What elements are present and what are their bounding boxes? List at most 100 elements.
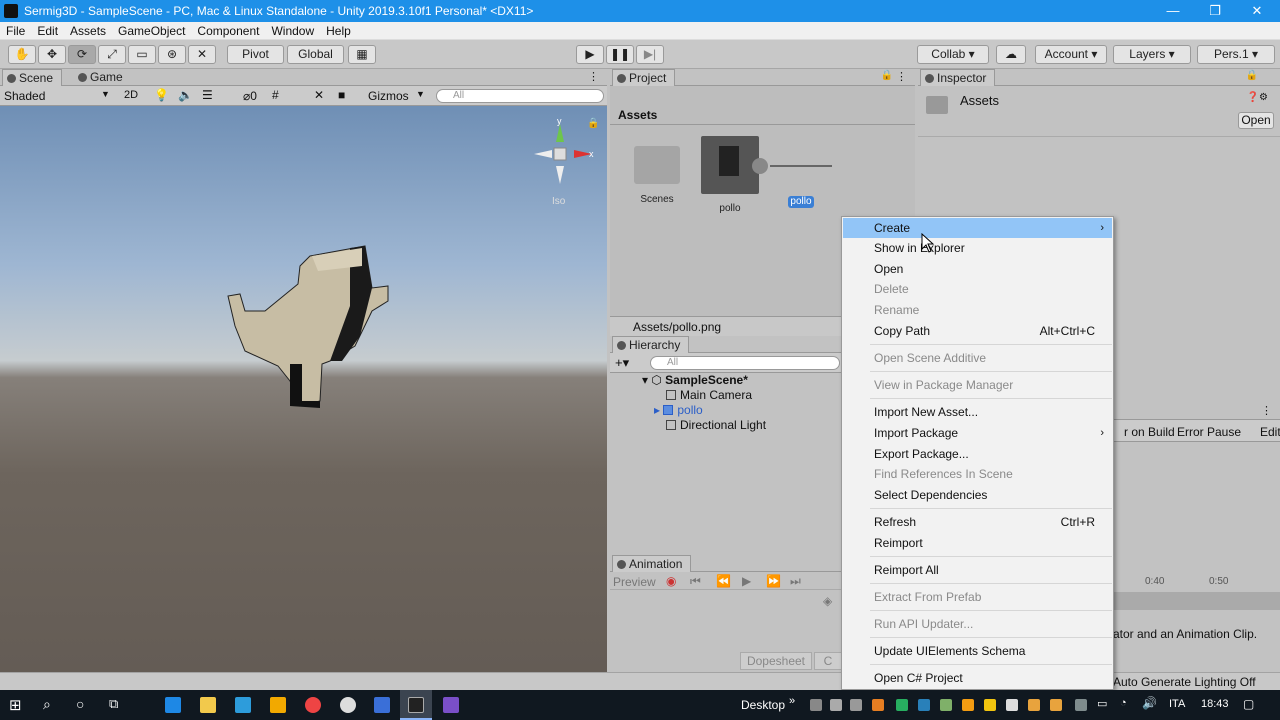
pause-button[interactable]: ❚❚ bbox=[606, 45, 634, 64]
minimize-button[interactable]: — bbox=[1150, 0, 1196, 22]
step-button[interactable]: ▶| bbox=[636, 45, 664, 64]
editor-dropdown[interactable]: Editor bbox=[1260, 425, 1280, 439]
next-key-icon[interactable]: ⏩ bbox=[766, 574, 781, 588]
snap-icon[interactable]: ▦ bbox=[348, 45, 376, 64]
tab-scene[interactable]: Scene bbox=[2, 69, 63, 86]
menu-component[interactable]: Component bbox=[191, 24, 265, 38]
scale-tool-icon[interactable]: ⤢ bbox=[98, 45, 126, 64]
preview-toggle[interactable]: Preview bbox=[613, 575, 656, 589]
hierarchy-item-directional-light[interactable]: Directional Light bbox=[666, 418, 766, 433]
tray-icon[interactable] bbox=[1028, 699, 1040, 711]
menu-gameobject[interactable]: GameObject bbox=[112, 24, 191, 38]
pane-menu-icon[interactable]: ⋮ bbox=[896, 70, 907, 83]
hierarchy-item-pollo[interactable]: ▸ pollo bbox=[654, 403, 703, 418]
visual-studio-icon[interactable] bbox=[443, 697, 459, 713]
breadcrumb[interactable]: Assets bbox=[618, 108, 657, 122]
menu-item-import-new-asset[interactable]: Import New Asset... bbox=[843, 402, 1112, 422]
menu-item-refresh[interactable]: Refresh Ctrl+R bbox=[843, 512, 1112, 532]
menu-item-select-dependencies[interactable]: Select Dependencies bbox=[843, 485, 1112, 505]
menu-file[interactable]: File bbox=[0, 24, 31, 38]
clear-on-build-toggle[interactable]: r on Build bbox=[1124, 425, 1175, 439]
maximize-button[interactable]: ❐ bbox=[1192, 0, 1238, 22]
tray-icon[interactable] bbox=[1050, 699, 1062, 711]
open-button[interactable]: Open bbox=[1238, 112, 1274, 129]
network-icon[interactable]: ▭ bbox=[1097, 697, 1107, 710]
error-pause-toggle[interactable]: Error Pause bbox=[1177, 425, 1241, 439]
first-key-icon[interactable]: ⏮ bbox=[690, 574, 701, 589]
chevron-icon[interactable]: » bbox=[789, 695, 795, 707]
menu-window[interactable]: Window bbox=[265, 24, 320, 38]
asset-pollo-sprite[interactable]: pollo bbox=[788, 196, 814, 208]
lock-icon[interactable]: 🔒 bbox=[881, 70, 893, 81]
pane-menu-icon[interactable]: ⋮ bbox=[1261, 404, 1272, 417]
cortana-icon[interactable]: ○ bbox=[76, 696, 84, 712]
play-button[interactable]: ▶ bbox=[576, 45, 604, 64]
layout-dropdown[interactable]: Pers.1 ▾ bbox=[1197, 45, 1275, 64]
scene-viewport[interactable]: y x Iso 🔒 bbox=[0, 106, 607, 672]
curves-tab[interactable]: C bbox=[814, 652, 842, 670]
search-icon[interactable]: ⌕ bbox=[43, 696, 51, 713]
tray-icon[interactable] bbox=[810, 699, 822, 711]
volume-icon[interactable]: 🔊 bbox=[1142, 696, 1157, 710]
menu-assets[interactable]: Assets bbox=[64, 24, 112, 38]
desktop-toolbar[interactable]: Desktop bbox=[741, 698, 785, 712]
record-icon[interactable]: ◉ bbox=[666, 574, 676, 588]
last-key-icon[interactable]: ⏭ bbox=[790, 574, 801, 589]
media-player-icon[interactable] bbox=[270, 697, 286, 713]
custom-tool-icon[interactable]: ✕ bbox=[188, 45, 216, 64]
animation-timeline[interactable]: 0:40 0:50 bbox=[1113, 572, 1280, 612]
grid-icon[interactable]: # bbox=[272, 88, 279, 102]
tray-icon[interactable] bbox=[872, 699, 884, 711]
menu-item-open-csharp-project[interactable]: Open C# Project bbox=[843, 668, 1112, 688]
edge-icon[interactable] bbox=[165, 697, 181, 713]
chrome-icon[interactable] bbox=[305, 697, 321, 713]
tab-project[interactable]: Project bbox=[612, 69, 676, 86]
hand-tool-icon[interactable]: ✋ bbox=[8, 45, 36, 64]
pivot-button[interactable]: Pivot bbox=[227, 45, 284, 64]
hidden-objects-count[interactable]: ⌀0 bbox=[243, 89, 257, 103]
prev-key-icon[interactable]: ⏪ bbox=[716, 574, 731, 588]
tray-icon[interactable] bbox=[896, 699, 908, 711]
menu-item-export-package[interactable]: Export Package... bbox=[843, 444, 1112, 464]
tray-icon[interactable] bbox=[984, 699, 996, 711]
bluetooth-icon[interactable] bbox=[918, 699, 930, 711]
move-tool-icon[interactable]: ✥ bbox=[38, 45, 66, 64]
tab-animation[interactable]: Animation bbox=[612, 555, 692, 572]
mail-icon[interactable] bbox=[235, 697, 251, 713]
tray-icon[interactable] bbox=[962, 699, 974, 711]
tools-icon[interactable]: ✕ bbox=[314, 88, 324, 102]
collab-dropdown[interactable]: Collab ▾ bbox=[917, 45, 989, 64]
add-keyframe-icon[interactable]: ◈ bbox=[823, 594, 832, 608]
play-icon[interactable]: ▶ bbox=[742, 574, 751, 588]
cloud-icon[interactable]: ☁ bbox=[996, 45, 1026, 64]
rect-tool-icon[interactable]: ▭ bbox=[128, 45, 156, 64]
menu-item-reimport[interactable]: Reimport bbox=[843, 533, 1112, 553]
app-icon[interactable] bbox=[340, 697, 356, 713]
menu-item-open[interactable]: Open bbox=[843, 259, 1112, 279]
windows-start-icon[interactable]: ⊞ bbox=[9, 696, 22, 714]
notification-icon[interactable]: ▢ bbox=[1243, 697, 1254, 711]
asset-pollo-image[interactable]: pollo bbox=[700, 136, 760, 214]
scene-search-input[interactable]: All bbox=[436, 89, 604, 103]
layers-dropdown[interactable]: Layers ▾ bbox=[1113, 45, 1191, 64]
file-explorer-icon[interactable] bbox=[200, 697, 216, 713]
task-view-icon[interactable]: ⧉ bbox=[109, 696, 118, 712]
rotate-tool-icon[interactable]: ⟳ bbox=[68, 45, 96, 64]
tray-icon[interactable] bbox=[1006, 699, 1018, 711]
clock[interactable]: 18:43 bbox=[1201, 698, 1229, 710]
audio-icon[interactable]: 🔈 bbox=[178, 88, 193, 102]
menu-item-reimport-all[interactable]: Reimport All bbox=[843, 560, 1112, 580]
language-indicator[interactable]: ITA bbox=[1169, 698, 1185, 710]
menu-item-update-uielements-schema[interactable]: Update UIElements Schema bbox=[843, 641, 1112, 661]
dopesheet-tab[interactable]: Dopesheet bbox=[740, 652, 812, 670]
tab-game[interactable]: Game bbox=[74, 69, 131, 86]
iso-label[interactable]: Iso bbox=[552, 196, 566, 207]
shading-dropdown[interactable]: Shaded bbox=[4, 89, 45, 103]
tab-hierarchy[interactable]: Hierarchy bbox=[612, 336, 690, 353]
folder-scenes[interactable]: Scenes bbox=[632, 146, 682, 205]
global-button[interactable]: Global bbox=[287, 45, 344, 64]
menu-help[interactable]: Help bbox=[320, 24, 357, 38]
scene-root-row[interactable]: ▾ ⬡ SampleScene* bbox=[642, 373, 748, 388]
tab-inspector[interactable]: Inspector bbox=[920, 69, 996, 86]
close-button[interactable]: ✕ bbox=[1234, 0, 1280, 22]
